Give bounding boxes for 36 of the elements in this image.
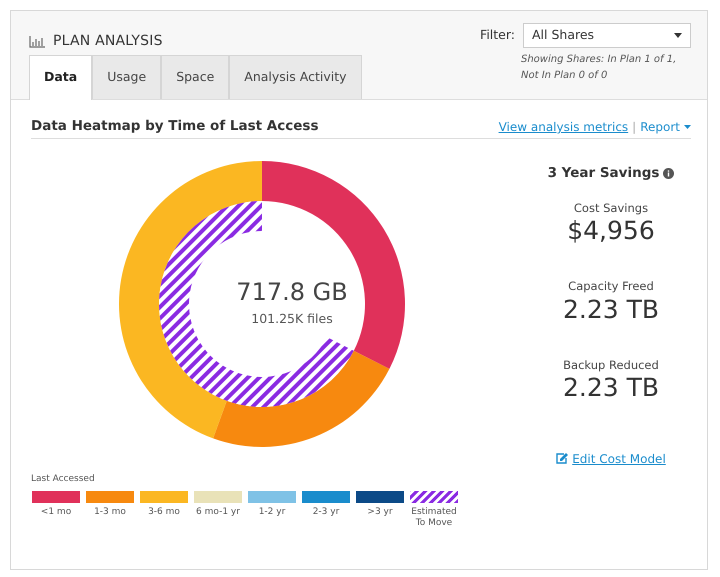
tab[interactable]: Space: [161, 55, 230, 99]
legend-title: Last Accessed: [31, 473, 96, 486]
tab[interactable]: Analysis Activity: [229, 55, 362, 99]
legend-label: 2-3 yr: [312, 506, 340, 518]
metric-value: $4,956: [567, 216, 655, 244]
legend-label: 1-3 mo: [94, 506, 126, 518]
metric-label: Cost Savings: [574, 200, 648, 216]
caret-icon: [684, 125, 691, 130]
legend-label: >3 yr: [367, 506, 393, 518]
edit-icon: [556, 453, 568, 464]
savings-title: 3 Year Savings: [548, 164, 660, 184]
total-size: 717.8 GB: [235, 277, 349, 308]
panel-title: PLAN ANALYSIS: [53, 32, 163, 51]
metric-value: 2.23 TB: [562, 374, 660, 402]
edit-cost-model-link[interactable]: Edit Cost Model: [556, 450, 666, 468]
legend-label: 1-2 yr: [258, 506, 286, 518]
metric-label: Backup Reduced: [563, 357, 659, 374]
file-count: 101.25K files: [250, 310, 334, 328]
legend-label: Estimated To Move: [410, 506, 458, 530]
view-metrics-link[interactable]: View analysis metrics: [498, 118, 628, 136]
tab[interactable]: Data: [29, 55, 92, 100]
filter-select[interactable]: All Shares: [523, 23, 691, 48]
metric-label: Capacity Freed: [568, 278, 654, 296]
link-separator: |: [632, 119, 636, 136]
filter-note: Showing Shares: In Plan 1 of 1, Not In Plan 0 of 0: [521, 53, 678, 83]
legend-label: 6 mo-1 yr: [196, 506, 240, 518]
info-icon: [663, 168, 674, 179]
report-dropdown[interactable]: Report: [640, 118, 691, 136]
metric-value: 2.23 TB: [562, 296, 660, 323]
section-title: Data Heatmap by Time of Last Access: [31, 117, 318, 136]
legend-label: <1 mo: [40, 506, 72, 518]
caret-icon: [674, 33, 682, 38]
legend-label: 3-6 mo: [148, 506, 180, 518]
bar-chart-icon: [29, 36, 45, 48]
tab[interactable]: Usage: [92, 55, 162, 99]
filter-label: Filter:: [480, 26, 515, 44]
